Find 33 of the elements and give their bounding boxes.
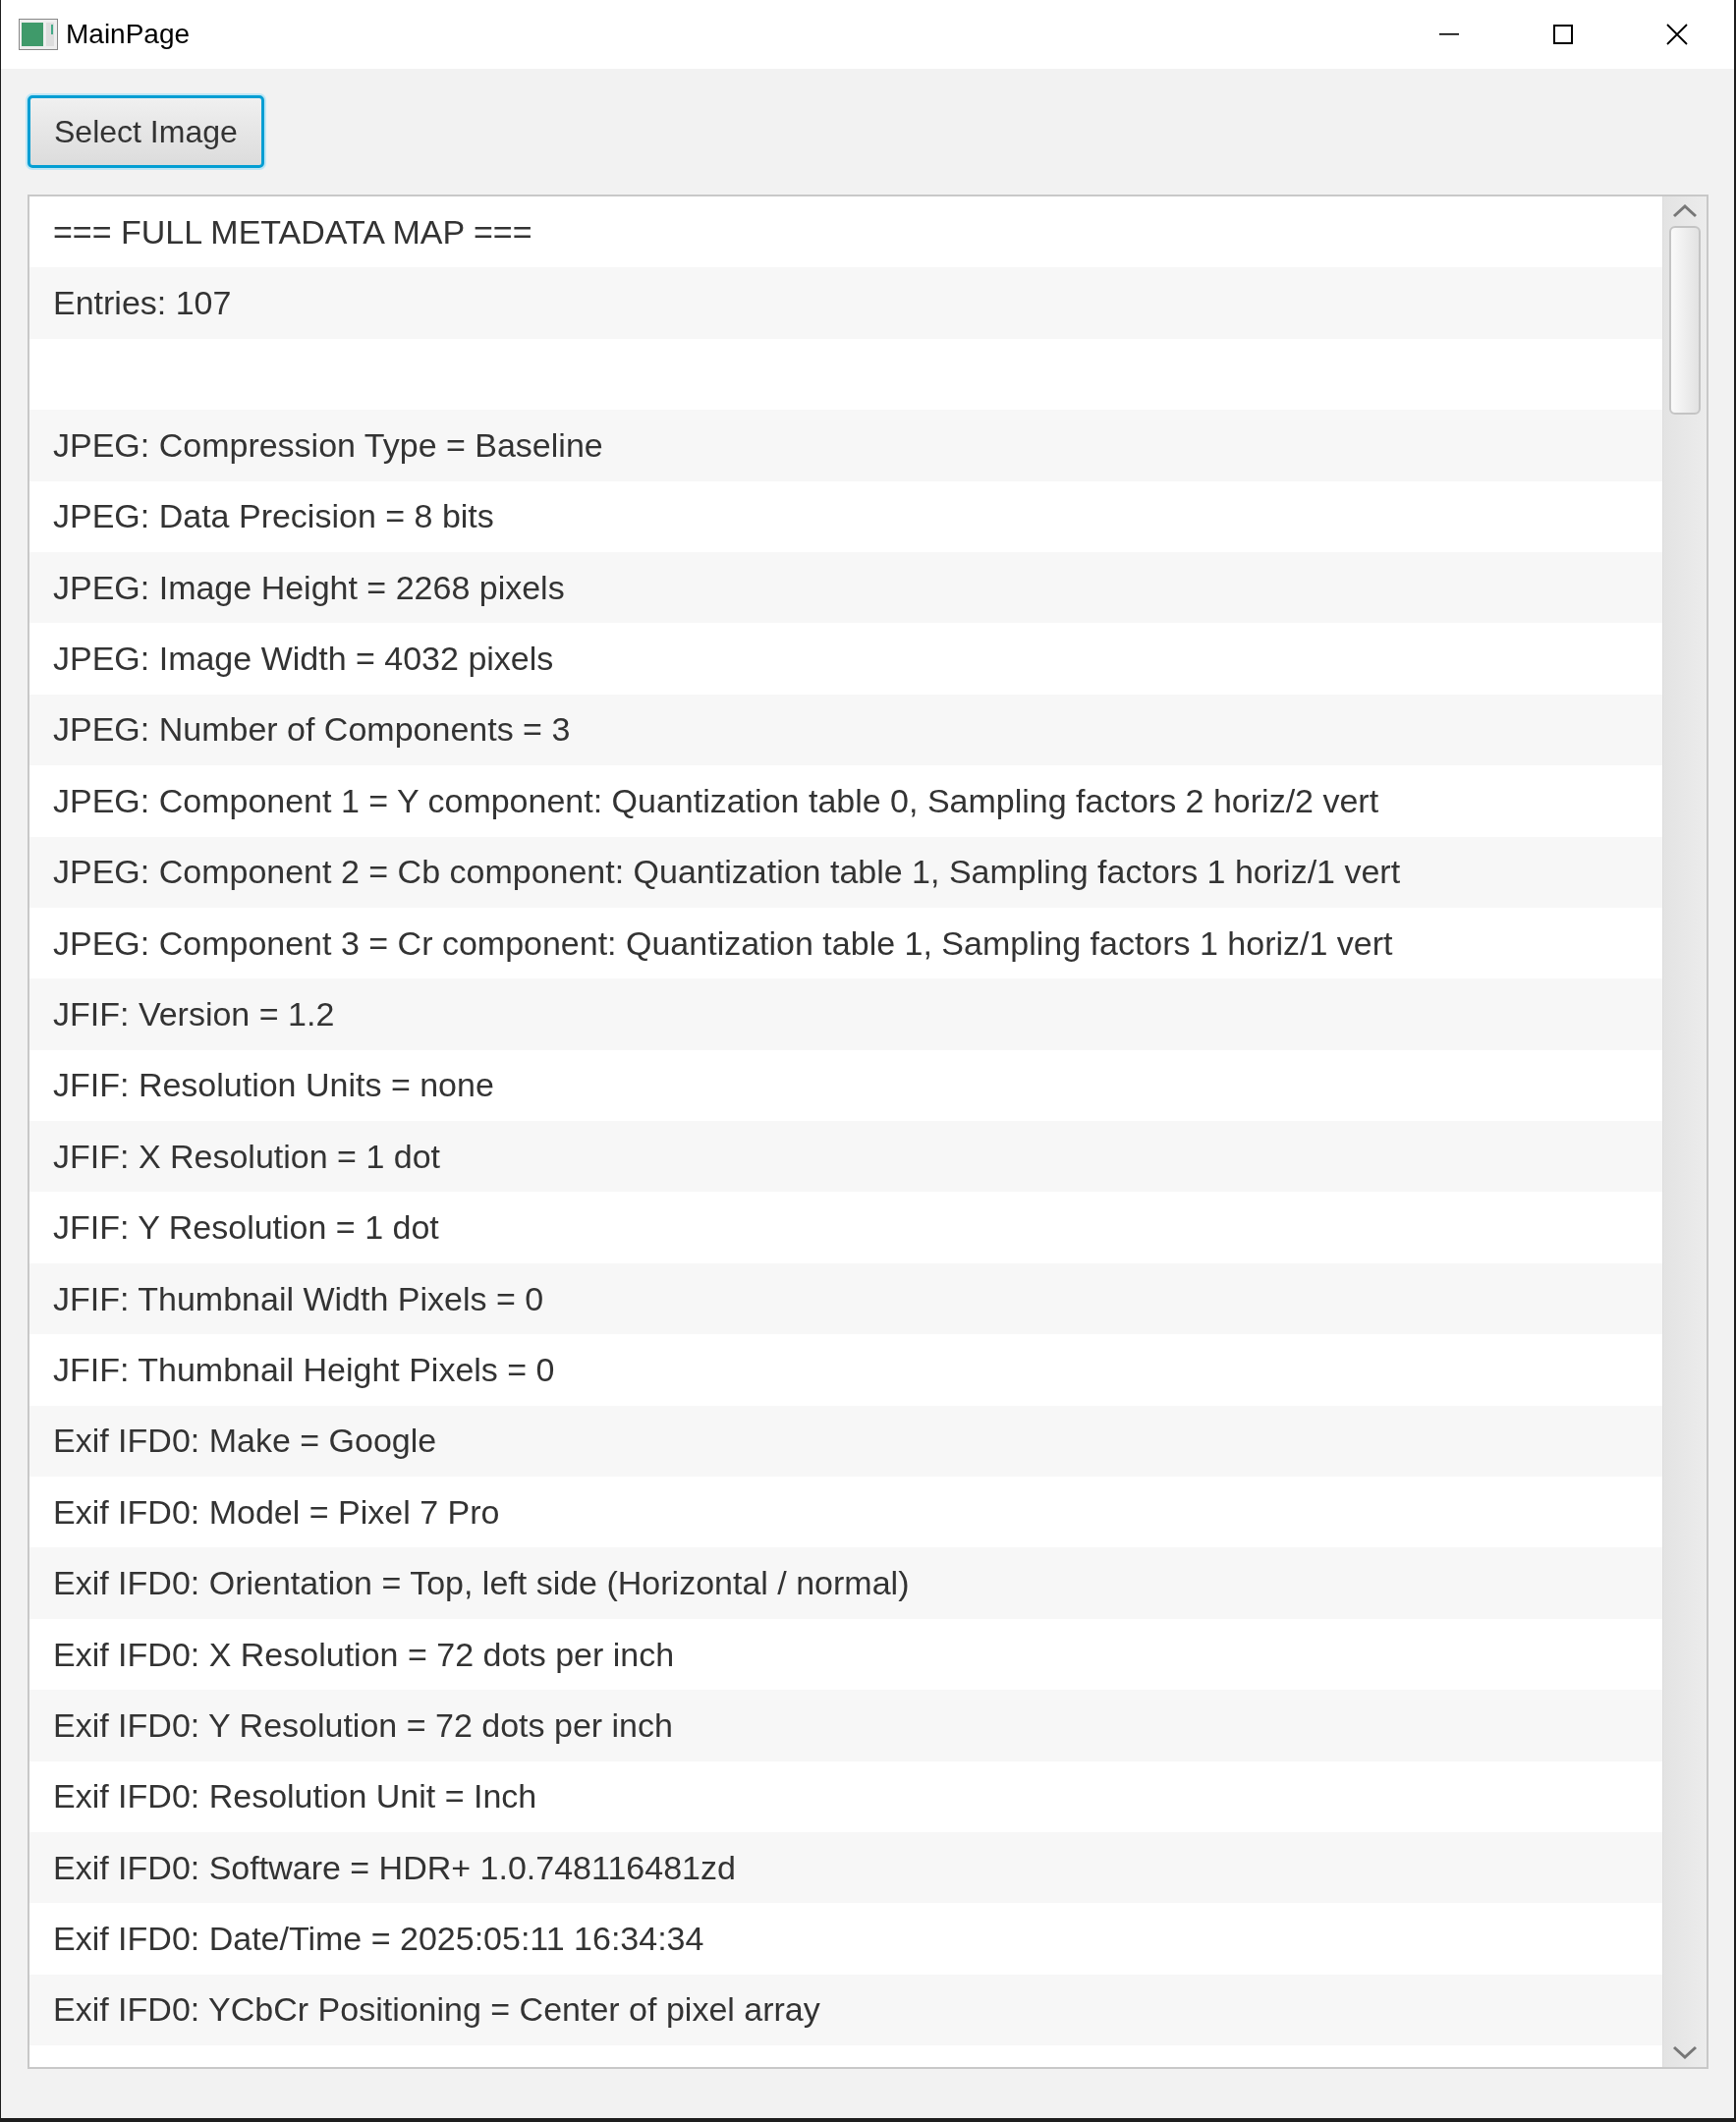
list-row[interactable]: JFIF: Version = 1.2 [29, 978, 1662, 1050]
list-row[interactable]: JPEG: Image Width = 4032 pixels [29, 623, 1662, 695]
list-row[interactable]: Exif IFD0: Y Resolution = 72 dots per inch [29, 1690, 1662, 1761]
list-row[interactable]: Entries: 107 [29, 267, 1662, 339]
list-row[interactable]: JFIF: Resolution Units = none [29, 1049, 1662, 1122]
close-icon[interactable] [1666, 24, 1688, 45]
scroll-thumb[interactable] [1669, 226, 1701, 415]
window-title: MainPage [66, 19, 192, 50]
scrollbar[interactable] [1662, 196, 1707, 2067]
list-row[interactable]: Exif IFD0: Make = Google [29, 1405, 1662, 1478]
list-row[interactable]: JPEG: Image Height = 2268 pixels [29, 551, 1662, 624]
list-row[interactable]: JFIF: Thumbnail Width Pixels = 0 [29, 1262, 1662, 1335]
app-icon [19, 19, 58, 50]
list-row[interactable]: JFIF: Y Resolution = 1 dot [29, 1192, 1662, 1263]
list-row[interactable]: Exif IFD0: Model = Pixel 7 Pro [29, 1477, 1662, 1548]
list-row[interactable]: JPEG: Compression Type = Baseline [29, 410, 1662, 481]
list-row[interactable]: Exif IFD0: Date/Time = 2025:05:11 16:34:34 [29, 1903, 1662, 1975]
list-row[interactable]: Exif IFD0: YCbCr Positioning = Center of pixel array [29, 1974, 1662, 2046]
list-row[interactable]: Exif IFD0: Orientation = Top, left side (Horizontal / normal) [29, 1547, 1662, 1619]
list-row[interactable]: JPEG: Component 2 = Cb component: Quantization table 1, Sampling factors 1 horiz/1 vert [29, 836, 1662, 908]
list-row[interactable]: Exif IFD0: X Resolution = 72 dots per inch [29, 1618, 1662, 1691]
list-row[interactable]: JPEG: Component 1 = Y component: Quantization table 0, Sampling factors 2 horiz/2 vert [29, 765, 1662, 837]
list-row[interactable]: JFIF: Thumbnail Height Pixels = 0 [29, 1334, 1662, 1406]
minimize-icon[interactable] [1439, 33, 1459, 35]
list-row[interactable]: JPEG: Component 3 = Cr component: Quantization table 1, Sampling factors 1 horiz/1 vert [29, 907, 1662, 979]
list-row[interactable]: Exif IFD0: Resolution Unit = Inch [29, 1760, 1662, 1832]
select-image-button[interactable]: Select Image [28, 95, 264, 168]
list-row[interactable]: JPEG: Number of Components = 3 [29, 694, 1662, 766]
list-row[interactable]: JFIF: X Resolution = 1 dot [29, 1121, 1662, 1193]
list-row[interactable]: JPEG: Data Precision = 8 bits [29, 480, 1662, 552]
list-row[interactable]: === FULL METADATA MAP === [29, 196, 1662, 268]
maximize-icon[interactable] [1553, 25, 1573, 44]
list-row[interactable]: Exif IFD0: Software = HDR+ 1.0.748116481zd [29, 1832, 1662, 1904]
